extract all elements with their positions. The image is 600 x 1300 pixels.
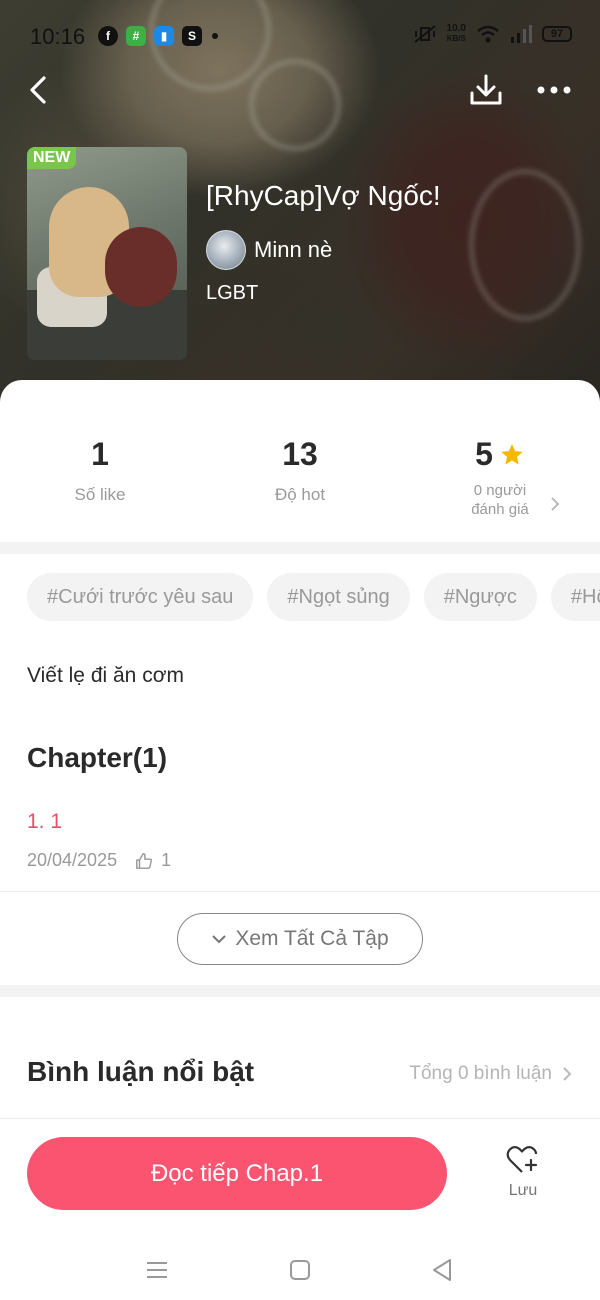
story-cover-image[interactable]: NEW [27, 147, 187, 360]
story-header: 10:16 f # ▮ S 10.0 KB/S 97 NEW [RhyCap]V… [0, 0, 600, 420]
continue-reading-button[interactable]: Đọc tiếp Chap.1 [27, 1137, 447, 1210]
view-all-chapters-button[interactable]: Xem Tất Cả Tập [177, 913, 423, 965]
heart-add-icon [506, 1146, 538, 1173]
new-badge: NEW [27, 147, 77, 169]
menu-lines-icon [147, 1262, 167, 1278]
story-genre[interactable]: LGBT [206, 282, 258, 305]
status-indicators: 10.0 KB/S 97 [413, 24, 572, 44]
chapter-item-meta: 20/04/2025 1 [27, 850, 171, 871]
mute-vibrate-icon [413, 25, 436, 43]
status-time: 10:16 [30, 24, 86, 49]
triangle-back-icon [433, 1259, 451, 1281]
notification-icons: f # ▮ S [98, 26, 218, 46]
status-bar: 10:16 f # ▮ S 10.0 KB/S 97 [0, 0, 600, 72]
shopee-icon: S [182, 26, 202, 46]
section-divider [0, 985, 600, 997]
section-divider [0, 542, 600, 554]
chapter-item-title[interactable]: 1. 1 [27, 810, 62, 834]
stat-rating[interactable]: 5 0 người đánh giá [400, 436, 600, 519]
recent-apps-button[interactable] [137, 1250, 177, 1290]
more-horizontal-icon [537, 86, 571, 94]
chevron-right-icon [563, 1067, 572, 1081]
author-link[interactable]: Minn nè [206, 230, 332, 270]
square-icon [290, 1260, 310, 1280]
story-title: [RhyCap]Vợ Ngốc! [206, 180, 441, 211]
more-options-button[interactable] [530, 66, 578, 114]
tag-list: #Cưới trước yêu sau #Ngọt sủng #Ngược #H… [27, 573, 600, 621]
story-stats: 1 Số like 13 Độ hot 5 0 người đánh giá [0, 380, 600, 540]
system-navigation-bar [0, 1242, 600, 1300]
tag-chip[interactable]: #Hô [550, 573, 600, 621]
stat-likes: 1 Số like [74, 436, 126, 504]
download-button[interactable] [462, 66, 510, 114]
signal-icon [511, 25, 532, 43]
more-notifications-dot [212, 33, 218, 39]
story-detail-sheet: 1 Số like 13 Độ hot 5 0 người đánh giá #… [0, 380, 600, 1300]
tag-chip[interactable]: #Cưới trước yêu sau [27, 573, 254, 621]
back-button[interactable] [14, 66, 62, 114]
system-back-button[interactable] [422, 1250, 462, 1290]
tag-chip[interactable]: #Ngọt sủng [267, 573, 410, 621]
download-icon [470, 74, 502, 105]
battery-icon: 97 [542, 26, 572, 42]
author-name: Minn nè [254, 237, 333, 262]
star-icon [501, 443, 523, 465]
facebook-icon: f [98, 26, 118, 46]
messenger-green-icon: # [126, 26, 146, 46]
chapter-date: 20/04/2025 [27, 850, 118, 870]
chapter-heading: Chapter(1) [27, 742, 168, 773]
chapter-like-count: 1 [161, 850, 172, 870]
story-summary: Viết lẹ đi ăn cơm [27, 664, 184, 687]
blue-app-icon: ▮ [154, 26, 174, 46]
stat-hot: 13 Độ hot [274, 436, 326, 504]
chevron-left-icon [30, 76, 46, 104]
rating-value: 5 [475, 436, 493, 472]
network-speed: 10.0 KB/S [446, 23, 466, 44]
author-avatar [206, 230, 246, 270]
comments-heading: Bình luận nổi bật [27, 1056, 255, 1087]
home-button[interactable] [280, 1250, 320, 1290]
tag-chip[interactable]: #Ngược [423, 573, 537, 621]
save-button[interactable]: Lưu [490, 1144, 556, 1214]
wifi-icon [477, 25, 499, 43]
comments-total-link[interactable]: Tổng 0 bình luận [409, 1063, 572, 1085]
chevron-down-icon [212, 935, 227, 944]
thumbs-up-icon [135, 852, 153, 870]
chevron-right-icon[interactable] [550, 496, 560, 512]
